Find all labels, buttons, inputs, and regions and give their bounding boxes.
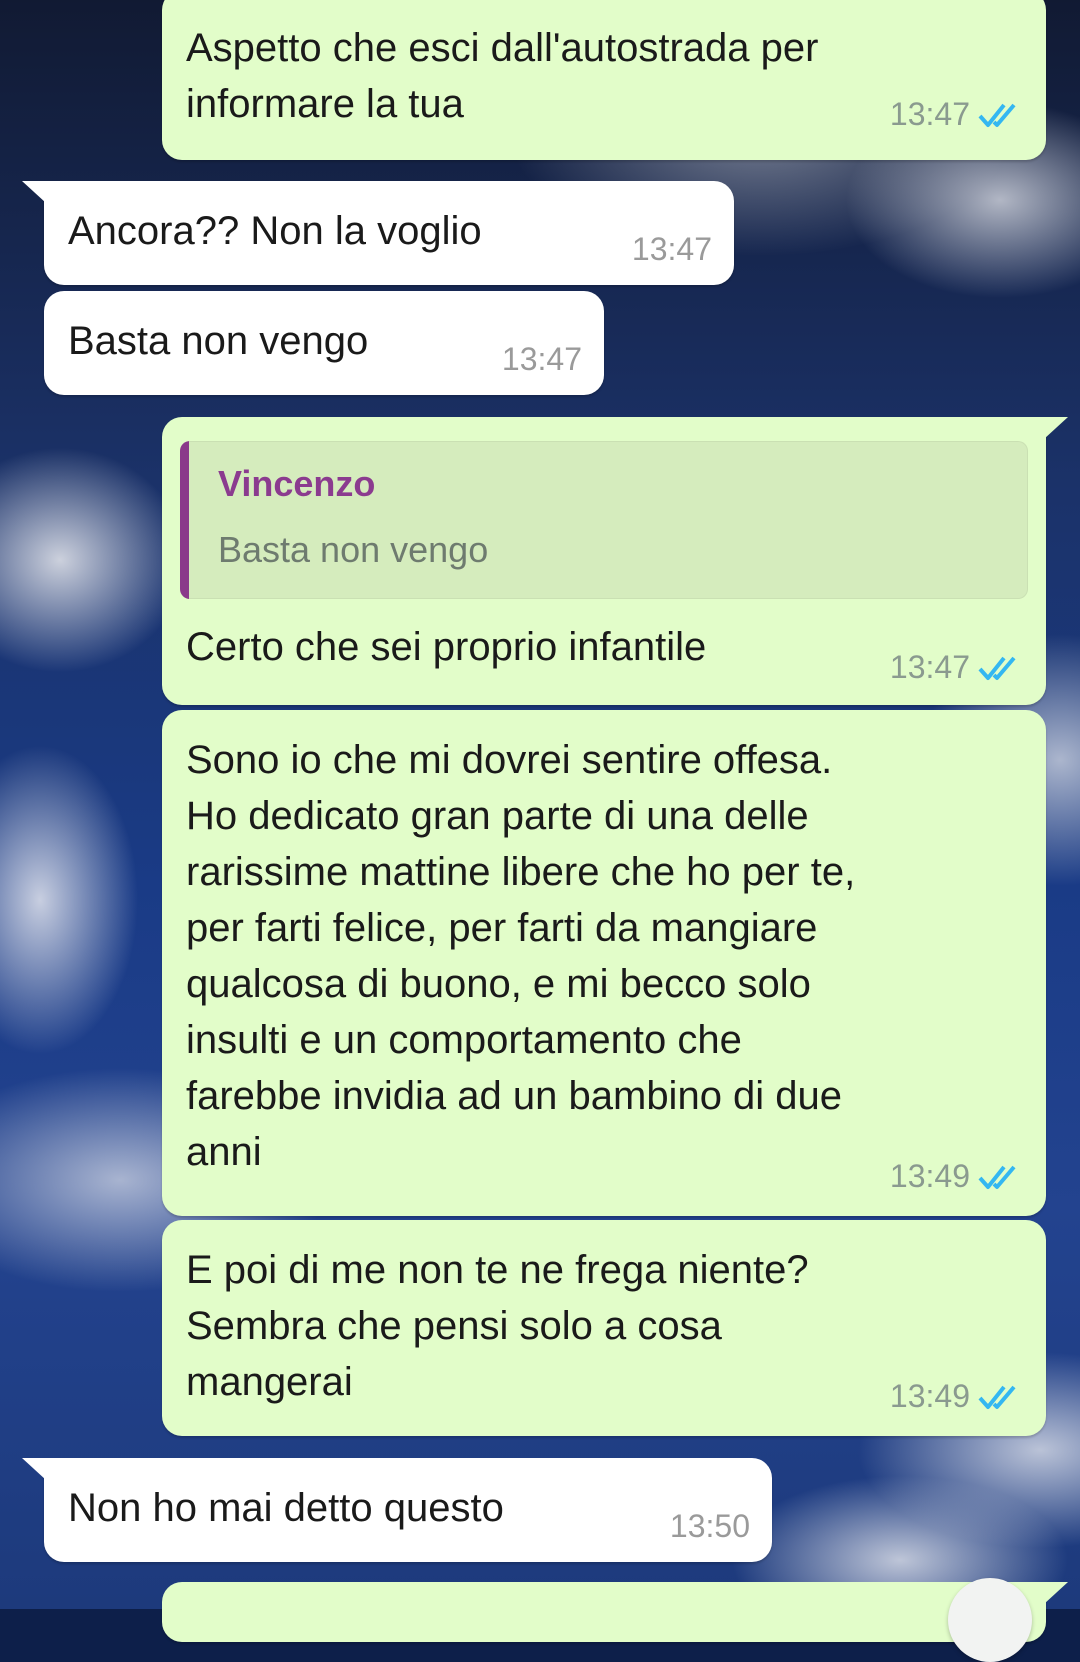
scroll-to-bottom-button[interactable] [948,1578,1032,1662]
message-text: Certo che sei proprio infantile [186,625,707,669]
message-bubble-outgoing-partial[interactable] [162,1582,1068,1642]
message-text: Sono io che mi dovrei sentire offesa. Ho… [186,738,856,1174]
message-time: 13:47 [631,231,712,267]
double-check-icon [978,1385,1016,1409]
bubble-tail [1044,417,1068,439]
message-bubble-outgoing[interactable]: Vincenzo Basta non vengo Certo che sei p… [162,417,1068,705]
double-check-icon [978,1165,1016,1189]
reply-quote[interactable]: Vincenzo Basta non vengo [180,441,1028,599]
message-time: 13:49 [889,1158,970,1194]
message-bubble-incoming[interactable]: Ancora?? Non la voglio 13:47 [22,181,734,285]
message-text: Non ho mai detto questo [68,1486,504,1530]
reply-quote-bar [180,441,189,599]
message-time: 13:47 [889,96,970,132]
message-time: 13:47 [501,341,582,377]
message-text: E poi di me non te ne frega niente? Semb… [186,1248,809,1404]
reply-text: Basta non vengo [218,529,489,570]
message-text: Ancora?? Non la voglio [68,209,482,253]
message-time: 13:50 [669,1508,750,1544]
bubble-tail [22,181,46,203]
message-bubble-incoming[interactable]: Basta non vengo 13:47 [44,291,604,395]
double-check-icon [978,656,1016,680]
message-text: Aspetto che esci dall'autostrada per inf… [186,26,819,126]
bubble-tail [22,1458,46,1480]
message-text: Basta non vengo [68,319,369,363]
message-time: 13:47 [889,649,970,685]
message-time: 13:49 [889,1378,970,1414]
reply-author: Vincenzo [218,463,376,504]
message-bubble-outgoing[interactable]: E poi di me non te ne frega niente? Semb… [162,1220,1046,1436]
message-bubble-outgoing[interactable]: Sono io che mi dovrei sentire offesa. Ho… [162,710,1046,1216]
bubble-tail [1044,1582,1068,1604]
message-bubble-incoming[interactable]: Non ho mai detto questo 13:50 [22,1458,772,1562]
double-check-icon [978,103,1016,127]
message-bubble-outgoing[interactable]: Aspetto che esci dall'autostrada per inf… [162,0,1046,160]
